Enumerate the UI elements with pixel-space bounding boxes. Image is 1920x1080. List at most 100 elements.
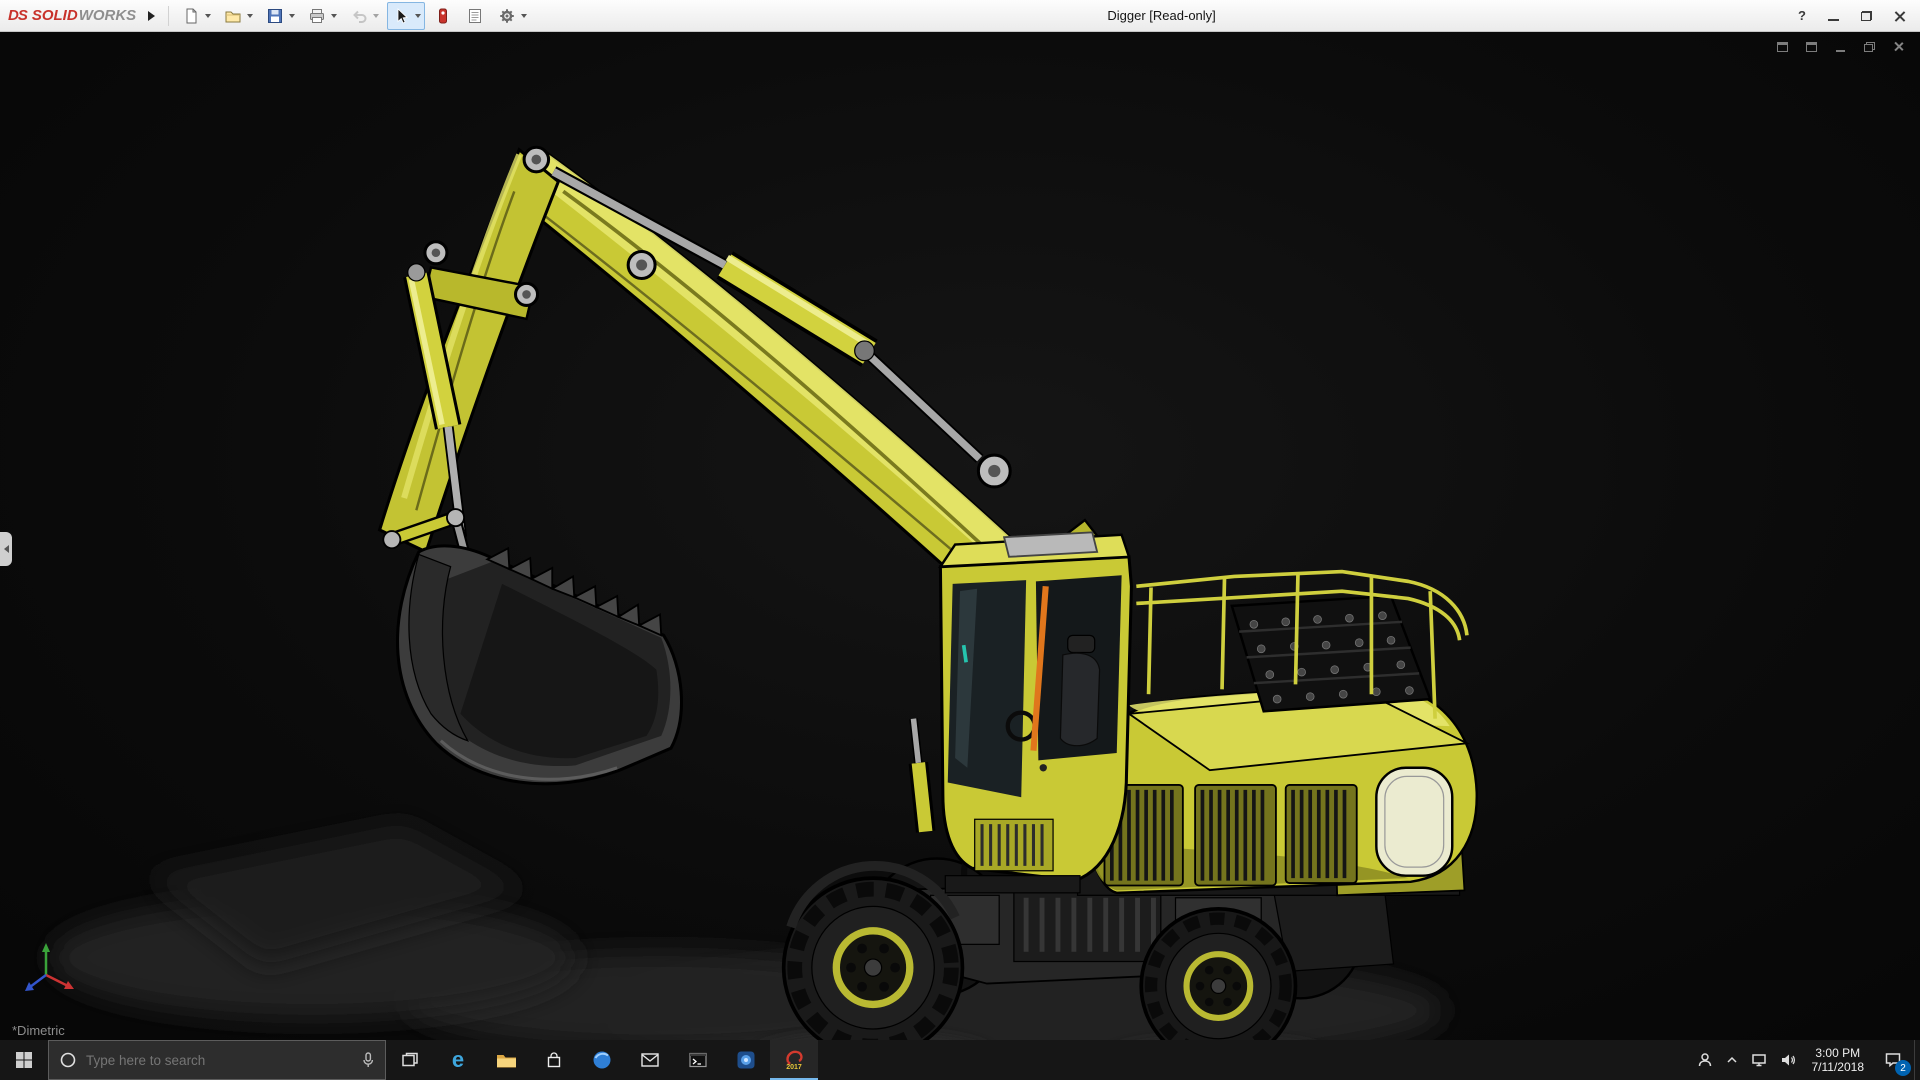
open-group: [219, 2, 257, 30]
task-view-button[interactable]: [386, 1040, 434, 1080]
undo-icon: [350, 7, 368, 25]
windows-logo-icon: [15, 1051, 33, 1069]
xpress-tools-group: [429, 2, 457, 30]
doc-minimize-icon: [1836, 50, 1845, 52]
action-center-button[interactable]: 2: [1872, 1040, 1914, 1080]
cascade-icon: [1806, 42, 1817, 52]
undo-button[interactable]: [347, 4, 371, 28]
print-button[interactable]: [305, 4, 329, 28]
engine-body[interactable]: [1078, 572, 1477, 896]
undo-dropdown[interactable]: [373, 14, 379, 18]
close-button[interactable]: [1894, 10, 1906, 22]
save-button[interactable]: [263, 4, 287, 28]
undo-group: [345, 2, 383, 30]
mail-icon: [641, 1053, 659, 1067]
print-icon: [308, 7, 326, 25]
minimize-button[interactable]: [1828, 19, 1839, 21]
start-button[interactable]: [0, 1040, 48, 1080]
doc-close-button[interactable]: [1891, 40, 1906, 53]
doc-restore-button[interactable]: [1862, 40, 1877, 53]
document-window-controls: [1775, 40, 1906, 53]
doc-restore-icon: [1864, 42, 1875, 52]
solidworks-year-label: 2017: [786, 1064, 802, 1071]
new-window-icon: [1777, 42, 1788, 52]
doc-minimize-button[interactable]: [1833, 40, 1848, 53]
doc-new-window-button[interactable]: [1775, 40, 1790, 53]
new-document-button[interactable]: [179, 4, 203, 28]
edge-icon: e: [452, 1050, 464, 1070]
file-explorer-icon: [496, 1052, 517, 1069]
xpress-tools-button[interactable]: [431, 4, 455, 28]
solidworks-app-icon: [784, 1050, 804, 1065]
open-folder-icon: [224, 7, 242, 25]
save-group: [261, 2, 299, 30]
file-properties-group: [461, 2, 489, 30]
select-tool-group: [387, 2, 425, 30]
bucket[interactable]: [397, 546, 681, 784]
digger-model[interactable]: [0, 32, 1920, 1040]
volume-icon[interactable]: [1780, 1052, 1796, 1068]
options-group: [493, 2, 531, 30]
save-dropdown[interactable]: [289, 14, 295, 18]
file-properties-button[interactable]: [463, 4, 487, 28]
window-controls: ?: [1798, 8, 1920, 23]
clock-date: 7/11/2018: [1812, 1060, 1865, 1074]
task-view-icon: [401, 1051, 419, 1069]
notification-badge: 2: [1895, 1060, 1911, 1076]
options-dropdown[interactable]: [521, 14, 527, 18]
brand-works-text: WORKS: [79, 7, 137, 24]
select-cursor-icon: [392, 7, 410, 25]
expand-panel-arrow-icon: [4, 545, 9, 553]
featuremanager-collapsed-tab[interactable]: [0, 532, 12, 566]
ds-logo-icon: DS: [8, 7, 27, 24]
system-tray: [1689, 1040, 1804, 1080]
hidden-icons-chevron-icon[interactable]: [1726, 1054, 1738, 1066]
windows-taskbar: e: [0, 1040, 1920, 1080]
network-icon[interactable]: [1751, 1052, 1767, 1068]
cab[interactable]: [940, 532, 1131, 893]
menu-flyout-button[interactable]: [142, 4, 160, 28]
search-input[interactable]: [86, 1053, 352, 1068]
open-button[interactable]: [221, 4, 245, 28]
taskbar-app-command-prompt[interactable]: [674, 1040, 722, 1080]
document-title: Digger [Read-only]: [1107, 8, 1215, 23]
cortana-icon: [59, 1051, 77, 1069]
taskbar-app-edge[interactable]: e: [434, 1040, 482, 1080]
taskbar-app-browser[interactable]: [578, 1040, 626, 1080]
front-wheel[interactable]: [784, 866, 963, 1040]
taskbar-app-mail[interactable]: [626, 1040, 674, 1080]
print-dropdown[interactable]: [331, 14, 337, 18]
taskbar-app-store[interactable]: [530, 1040, 578, 1080]
blue-app-icon: [736, 1050, 756, 1070]
titlebar: DS SOLIDWORKS: [0, 0, 1920, 32]
options-gear-icon: [498, 7, 516, 25]
people-icon[interactable]: [1697, 1052, 1713, 1068]
select-tool-dropdown[interactable]: [415, 14, 421, 18]
new-document-group: [177, 2, 215, 30]
help-button[interactable]: ?: [1798, 8, 1806, 23]
taskbar-app-blue[interactable]: [722, 1040, 770, 1080]
taskbar-app-solidworks[interactable]: 2017: [770, 1040, 818, 1080]
solidworks-window: DS SOLIDWORKS: [0, 0, 1920, 1080]
taskbar-clock[interactable]: 3:00 PM 7/11/2018: [1804, 1040, 1873, 1080]
taskbar-search-box[interactable]: [48, 1040, 386, 1080]
show-desktop-button[interactable]: [1914, 1040, 1920, 1080]
taskbar-app-file-explorer[interactable]: [482, 1040, 530, 1080]
solidworks-brand: DS SOLIDWORKS: [0, 7, 142, 24]
doc-close-icon: [1893, 41, 1904, 52]
microphone-icon[interactable]: [361, 1051, 375, 1069]
rear-wheel[interactable]: [1141, 909, 1295, 1040]
save-icon: [266, 7, 284, 25]
orientation-triad: [16, 937, 80, 1006]
xpress-tools-icon: [434, 7, 452, 25]
restore-button[interactable]: [1861, 11, 1872, 21]
doc-cascade-button[interactable]: [1804, 40, 1819, 53]
microsoft-store-icon: [546, 1052, 562, 1069]
graphics-area[interactable]: *Dimetric: [0, 32, 1920, 1040]
command-prompt-icon: [689, 1052, 707, 1068]
new-document-dropdown[interactable]: [205, 14, 211, 18]
select-tool-button[interactable]: [389, 4, 413, 28]
toolbar-separator: [168, 6, 169, 26]
options-button[interactable]: [495, 4, 519, 28]
open-dropdown[interactable]: [247, 14, 253, 18]
